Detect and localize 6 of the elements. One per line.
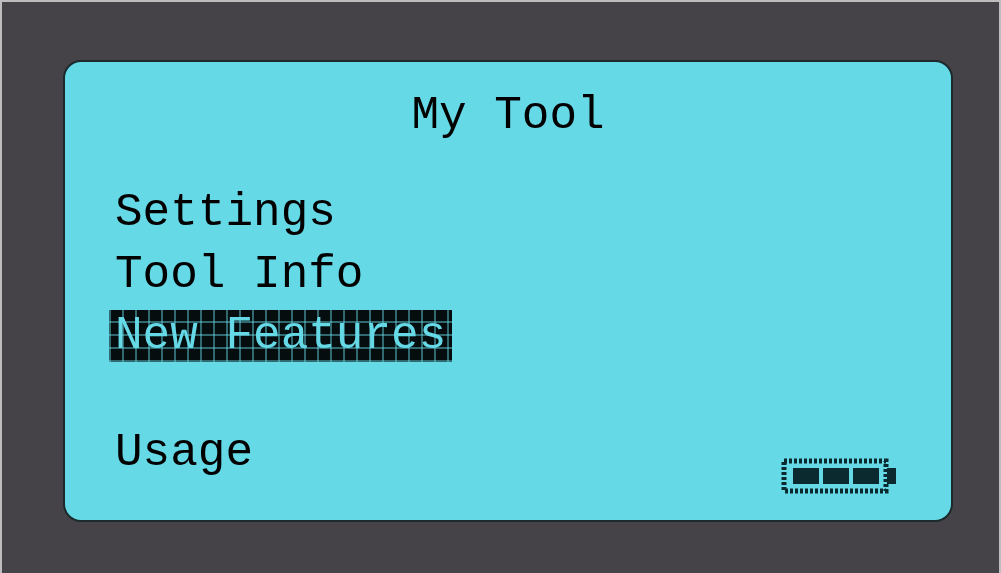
screen-title: My Tool bbox=[410, 90, 606, 142]
menu-item[interactable]: Settings bbox=[109, 182, 342, 244]
battery-icon bbox=[781, 458, 899, 494]
menu-item[interactable]: New Features bbox=[109, 310, 453, 362]
menu-item[interactable]: Tool Info bbox=[109, 244, 370, 306]
menu-item[interactable]: Usage bbox=[109, 422, 260, 484]
